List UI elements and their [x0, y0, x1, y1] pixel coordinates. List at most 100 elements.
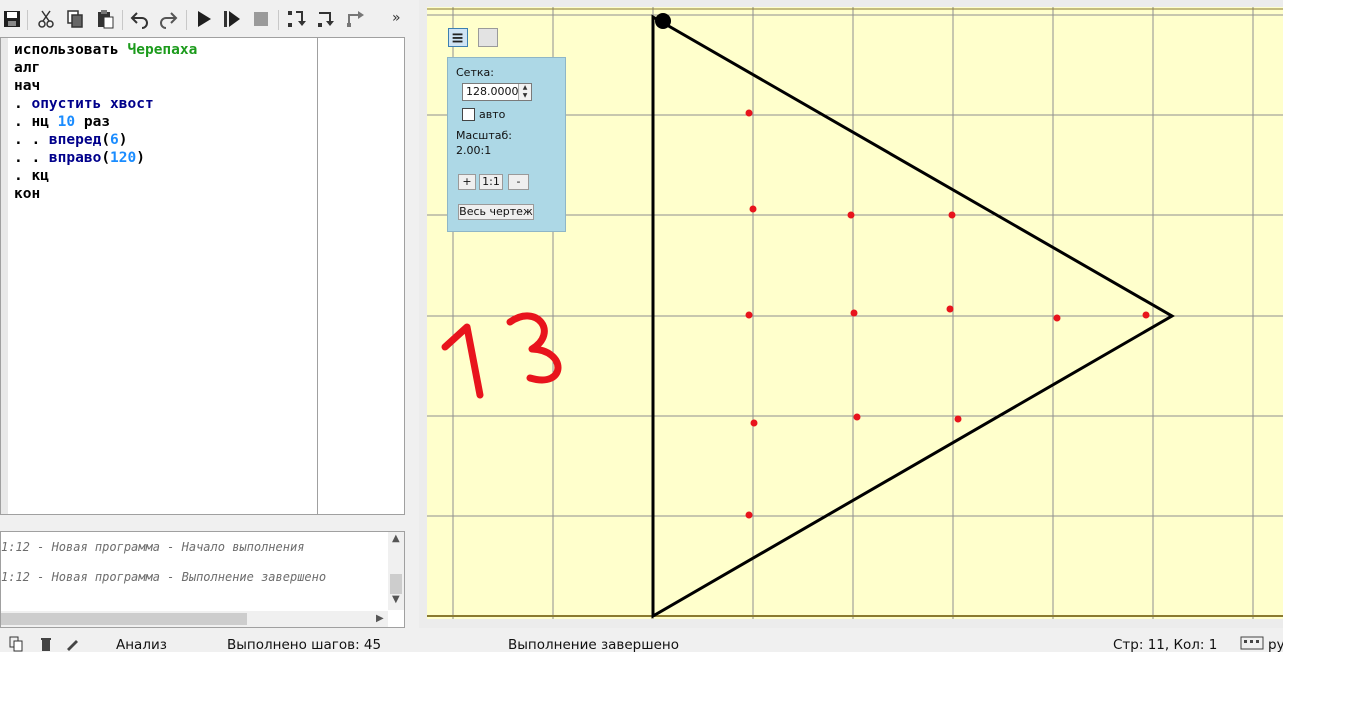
status-state: Выполнение завершено — [508, 637, 679, 652]
code-token: кц — [31, 168, 49, 184]
red-dot — [954, 415, 962, 423]
code-token: 10 — [57, 114, 76, 130]
code-line[interactable]: . . вперед(6) — [14, 131, 197, 149]
red-dot — [1053, 314, 1061, 322]
step-out-icon[interactable] — [344, 8, 366, 30]
step-in-icon[interactable] — [285, 8, 307, 30]
status-bar: Анализ Выполнено шагов: 45 Выполнение за… — [0, 632, 1283, 652]
keyboard-icon — [1240, 636, 1264, 652]
zoom-out-button[interactable]: - — [508, 174, 529, 190]
console-horizontal-scrollbar[interactable]: ▶ — [1, 611, 388, 627]
auto-checkbox[interactable] — [462, 108, 475, 121]
indent-marker: . — [14, 168, 32, 184]
scale-label: Масштаб: — [456, 129, 512, 142]
step-over-icon[interactable] — [315, 8, 337, 30]
code-line[interactable]: нач — [14, 77, 197, 95]
red-dot — [745, 311, 753, 319]
scroll-right-icon[interactable]: ▶ — [376, 613, 384, 624]
run-icon[interactable] — [193, 8, 215, 30]
code-line[interactable]: . нц 10 раз — [14, 113, 197, 131]
copy-icon[interactable] — [64, 8, 86, 30]
code-line[interactable]: . . вправо(120) — [14, 149, 197, 167]
code-token: алг — [14, 60, 41, 76]
save-icon[interactable] — [1, 8, 23, 30]
code-token: вперед — [48, 132, 102, 148]
toolbar: » — [0, 6, 410, 34]
code-token: вправо — [48, 150, 102, 166]
red-dot — [745, 109, 753, 117]
code-token: ( — [101, 150, 111, 166]
editor-gutter — [1, 38, 8, 514]
spin-arrows-icon[interactable]: ▲ ▼ — [518, 84, 531, 100]
stop-icon[interactable] — [250, 8, 272, 30]
edit-icon[interactable] — [64, 636, 80, 652]
console-line: 1:12 - Новая программа - Выполнение заве… — [1, 570, 327, 584]
cut-icon[interactable] — [35, 8, 57, 30]
code-token: нач — [14, 78, 41, 94]
zoom-in-button[interactable]: + — [458, 174, 476, 190]
red-dot — [1142, 311, 1150, 319]
code-line[interactable]: использовать Черепаха — [14, 41, 197, 59]
status-cursor-position: Стр: 11, Кол: 1 — [1113, 637, 1218, 652]
red-dot — [745, 511, 753, 519]
red-dot — [750, 419, 758, 427]
code-line[interactable]: . кц — [14, 167, 197, 185]
status-steps: Выполнено шагов: 45 — [227, 637, 382, 652]
grid-size-value: 128.0000 — [466, 85, 519, 98]
indent-marker: . . — [14, 132, 49, 148]
scroll-down-icon[interactable]: ▼ — [392, 594, 400, 605]
red-dot — [946, 305, 954, 313]
red-dot — [853, 413, 861, 421]
code-token: 120 — [110, 150, 137, 166]
code-line[interactable]: алг — [14, 59, 197, 77]
editor-margin-line — [317, 38, 318, 514]
code-token: нц — [31, 114, 58, 130]
code-token: использовать — [14, 42, 128, 58]
menu-icon[interactable] — [448, 28, 468, 47]
kumir-window: » использовать Черепаха алг нач. опустить … — [0, 0, 1283, 652]
console-line: 1:12 - Новая программа - Начало выполнен… — [1, 540, 305, 554]
redo-icon[interactable] — [157, 8, 179, 30]
scroll-thumb[interactable] — [1, 613, 247, 625]
fit-all-button[interactable]: Весь чертеж — [458, 204, 534, 220]
code-token: раз — [75, 114, 111, 130]
code-token: кон — [14, 186, 41, 202]
red-dot — [847, 211, 855, 219]
grid-label: Сетка: — [456, 66, 494, 79]
scroll-thumb[interactable] — [390, 574, 402, 594]
red-dot — [749, 205, 757, 213]
copy-output-icon[interactable] — [8, 636, 24, 652]
output-console[interactable]: 1:12 - Новая программа - Начало выполнен… — [0, 531, 405, 628]
code-token: 6 — [110, 132, 119, 148]
code-token: ) — [136, 150, 145, 166]
console-vertical-scrollbar[interactable]: ▲ ▼ — [388, 532, 404, 610]
toolbar-more-button[interactable]: » — [392, 10, 401, 26]
code-line[interactable]: кон — [14, 185, 197, 203]
code-token: ( — [101, 132, 111, 148]
status-language: ру — [1268, 637, 1283, 652]
scale-value: 2.00:1 — [456, 144, 492, 157]
code-editor[interactable]: использовать Черепаха алг нач. опустить хв… — [0, 37, 405, 515]
paste-icon[interactable] — [94, 8, 116, 30]
code-token: опустить хвост — [31, 96, 154, 112]
undo-icon[interactable] — [129, 8, 151, 30]
red-dot — [948, 211, 956, 219]
code-token: Черепаха — [127, 42, 198, 58]
program-text[interactable]: использовать Черепаха алг нач. опустить хв… — [14, 41, 197, 203]
grid-settings-panel: Сетка: 128.0000 ▲ ▼ авто Масштаб: 2.00:1 … — [447, 57, 566, 232]
auto-label: авто — [479, 108, 506, 121]
run-step-icon[interactable] — [221, 8, 243, 30]
indent-marker: . — [14, 114, 32, 130]
indent-marker: . — [14, 96, 32, 112]
indent-marker: . . — [14, 150, 49, 166]
blank-toggle-icon[interactable] — [478, 28, 498, 47]
code-token: ) — [118, 132, 128, 148]
scroll-up-icon[interactable]: ▲ — [392, 533, 400, 544]
clear-output-icon[interactable] — [38, 636, 54, 652]
grid-size-spinbox[interactable]: 128.0000 ▲ ▼ — [462, 83, 532, 101]
code-line[interactable]: . опустить хвост — [14, 95, 197, 113]
turtle-icon — [655, 13, 671, 29]
red-dot — [850, 309, 858, 317]
zoom-reset-button[interactable]: 1:1 — [479, 174, 503, 190]
status-analysis: Анализ — [116, 637, 167, 652]
